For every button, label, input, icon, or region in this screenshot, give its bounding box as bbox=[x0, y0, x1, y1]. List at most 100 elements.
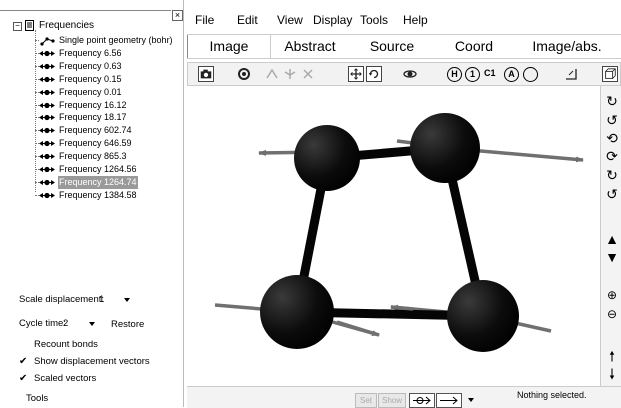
move-down-icon[interactable]: ▼ bbox=[605, 250, 619, 264]
atom[interactable] bbox=[294, 125, 360, 191]
move-up-icon[interactable]: ▲ bbox=[605, 232, 619, 246]
cycle-time-label: Cycle time: bbox=[19, 318, 66, 329]
add-bond-icon[interactable] bbox=[282, 66, 298, 82]
tree-item-label: Frequency 0.63 bbox=[59, 60, 122, 71]
vibration-icon bbox=[39, 153, 55, 160]
rotate-x-neg-icon[interactable]: ↺ bbox=[605, 113, 619, 127]
zoom-in-icon[interactable]: ⊕ bbox=[605, 288, 619, 302]
vibration-icon bbox=[39, 192, 55, 198]
c1-icon[interactable]: C1 bbox=[484, 68, 500, 84]
tree-item-label: Frequency 18.17 bbox=[59, 112, 127, 123]
tab-abstract[interactable]: Abstract bbox=[269, 35, 351, 58]
tree-item-frequency[interactable]: Frequency 0.15 bbox=[0, 73, 170, 86]
vibration-icon bbox=[39, 89, 55, 95]
recount-bonds-button[interactable]: Recount bonds bbox=[34, 339, 98, 351]
tab-image[interactable]: Image bbox=[187, 35, 271, 58]
menu-tools[interactable]: Tools bbox=[360, 13, 388, 27]
measure-icon[interactable] bbox=[563, 66, 579, 82]
menu-file[interactable]: File bbox=[195, 13, 214, 27]
zoom-out-icon[interactable]: ⊖ bbox=[605, 307, 619, 321]
tree-item-label: Frequency 0.15 bbox=[59, 73, 122, 84]
tree-item-frequency[interactable]: Frequency 0.63 bbox=[0, 60, 170, 73]
translate-down-icon[interactable]: 🠗 bbox=[605, 367, 619, 381]
atom[interactable] bbox=[410, 113, 480, 183]
left-panel: × − Frequencies Single point geometry (b… bbox=[0, 0, 184, 407]
scaled-vectors-label: Scaled vectors bbox=[34, 373, 97, 384]
tree-item-frequency[interactable]: Frequency 1264.74 bbox=[0, 175, 170, 189]
tree-item-geometry[interactable]: Single point geometry (bohr) bbox=[0, 34, 173, 47]
camera-icon[interactable] bbox=[198, 66, 214, 82]
tree-item-frequency[interactable]: Frequency 16.12 bbox=[0, 99, 170, 112]
h-toggle-icon[interactable]: H bbox=[447, 67, 462, 82]
rotate-molecule-icon[interactable] bbox=[236, 66, 252, 82]
delete-icon[interactable] bbox=[300, 66, 316, 82]
arrow-icon[interactable] bbox=[436, 393, 462, 408]
molecule-viewer[interactable] bbox=[187, 86, 599, 386]
add-atom-icon[interactable] bbox=[264, 66, 280, 82]
menu-edit[interactable]: Edit bbox=[237, 13, 258, 27]
right-toolbar: ↻ ↺ ⟲ ⟳ ↻ ↺ ▲ ▼ ⊕ ⊖ 🠕 🠗 bbox=[600, 86, 621, 386]
tools-section-label[interactable]: Tools bbox=[26, 393, 48, 405]
chevron-down-icon[interactable] bbox=[124, 298, 130, 302]
vibration-icon bbox=[39, 63, 55, 69]
rotate-y-neg-icon[interactable]: ⟳ bbox=[605, 149, 619, 163]
menu-help[interactable]: Help bbox=[403, 13, 428, 27]
rotate-icon[interactable] bbox=[366, 66, 382, 82]
tree-item-label: Frequency 1384.58 bbox=[59, 189, 137, 200]
geometry-icon bbox=[40, 37, 55, 46]
show-vectors-checkbox[interactable]: ✔ bbox=[19, 357, 27, 367]
translate-up-icon[interactable]: 🠕 bbox=[605, 349, 619, 363]
tree-item-label: Frequency 646.59 bbox=[59, 138, 132, 149]
panel-header-line bbox=[0, 10, 171, 11]
rotate-y-pos-icon[interactable]: ⟲ bbox=[605, 131, 619, 145]
tree-item-frequency[interactable]: Frequency 1264.56 bbox=[0, 163, 170, 176]
show-button[interactable]: Show bbox=[378, 393, 406, 408]
tree-item-label: Single point geometry (bohr) bbox=[59, 35, 173, 45]
tree-item-frequency[interactable]: Frequency 602.74 bbox=[0, 124, 170, 137]
tree-item-label: Frequency 1264.74 bbox=[58, 175, 138, 189]
vibration-icon bbox=[39, 166, 55, 173]
tree-item-frequency[interactable]: Frequency 1384.58 bbox=[0, 189, 170, 202]
scaled-vectors-checkbox[interactable]: ✔ bbox=[19, 374, 27, 384]
tab-image-abs[interactable]: Image/abs. bbox=[515, 35, 619, 58]
tab-coord[interactable]: Coord bbox=[433, 35, 515, 58]
circle-icon[interactable] bbox=[523, 67, 538, 82]
set-button[interactable]: Set bbox=[355, 393, 377, 408]
move-icon[interactable] bbox=[348, 66, 364, 82]
scale-displacement-value[interactable]: 1 bbox=[99, 294, 104, 306]
view-tabs: Image Abstract Source Coord Image/abs. bbox=[187, 34, 621, 59]
tree-item-frequency[interactable]: Frequency 6.56 bbox=[0, 47, 170, 60]
tree-item-frequency[interactable]: Frequency 865.3 bbox=[0, 150, 170, 163]
tree-item-label: Frequency 0.01 bbox=[59, 86, 122, 97]
tree-item-frequency[interactable]: Frequency 18.17 bbox=[0, 111, 170, 124]
tree-item-frequency[interactable]: Frequency 0.01 bbox=[0, 86, 170, 99]
bond-arrow-icon[interactable] bbox=[409, 393, 435, 408]
restore-button[interactable]: Restore bbox=[111, 319, 144, 331]
tab-source[interactable]: Source bbox=[351, 35, 433, 58]
menu-view[interactable]: View bbox=[277, 13, 303, 27]
vibration-icon bbox=[39, 141, 55, 147]
a-toggle-icon[interactable]: A bbox=[504, 67, 519, 82]
box-icon[interactable] bbox=[602, 66, 618, 82]
tree-root[interactable]: Frequencies bbox=[0, 19, 170, 32]
displacement-vector bbox=[390, 305, 414, 311]
chevron-down-icon[interactable] bbox=[468, 398, 474, 402]
rotate-x-pos-icon[interactable]: ↻ bbox=[605, 94, 619, 108]
displacement-vector bbox=[336, 320, 380, 337]
tree-item-label: Frequency 16.12 bbox=[59, 99, 127, 110]
tree-item-frequency[interactable]: Frequency 646.59 bbox=[0, 137, 170, 150]
atom[interactable] bbox=[447, 280, 519, 352]
cycle-time-value[interactable]: 2 bbox=[63, 318, 68, 330]
close-icon[interactable]: × bbox=[172, 10, 183, 21]
rotate-z-pos-icon[interactable]: ↻ bbox=[605, 168, 619, 182]
chevron-down-icon[interactable] bbox=[89, 322, 95, 326]
vibration-icon bbox=[39, 179, 55, 185]
one-toggle-icon[interactable]: 1 bbox=[465, 67, 480, 82]
vibration-icon bbox=[39, 102, 55, 108]
show-vectors-label: Show displacement vectors bbox=[34, 356, 150, 367]
orbit-icon[interactable] bbox=[402, 66, 418, 82]
vibration-icon bbox=[39, 76, 55, 82]
menu-display[interactable]: Display bbox=[313, 13, 352, 27]
rotate-z-neg-icon[interactable]: ↺ bbox=[605, 187, 619, 201]
atom[interactable] bbox=[260, 275, 334, 349]
